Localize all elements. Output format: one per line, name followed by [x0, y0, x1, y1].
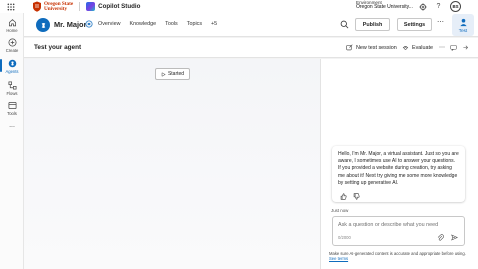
panel-more-icon[interactable]: ⋯ — [439, 44, 445, 51]
top-bar: Oregon State University Copilot Studio E… — [0, 0, 478, 13]
nav-item-home[interactable]: Home — [0, 18, 24, 33]
settings-button[interactable]: Settings — [397, 18, 432, 31]
nav-label-create: Create — [5, 48, 19, 53]
thumbs-up-icon[interactable] — [340, 193, 347, 200]
disclaimer-text: Make sure AI-generated content is accura… — [329, 251, 466, 256]
see-terms-link[interactable]: See terms — [329, 256, 348, 261]
flows-icon — [8, 81, 16, 90]
test-chat-panel: Hello, I'm Mr. Major, a virtual assistan… — [320, 59, 478, 269]
evaluate-label: Evaluate — [412, 44, 433, 51]
test-toggle-button[interactable]: Test — [452, 14, 474, 36]
agent-avatar — [36, 18, 50, 32]
environment-name: Oregon State University... — [356, 4, 413, 10]
started-label: Started — [167, 71, 185, 77]
nav-item-more[interactable]: ... — [0, 122, 24, 129]
environment-picker[interactable]: Environment Oregon State University... — [356, 0, 413, 10]
nav-label-tools: Tools — [7, 111, 17, 116]
chat-input-placeholder[interactable]: Ask a question or describe what you need — [338, 222, 438, 228]
attach-icon[interactable] — [437, 234, 444, 241]
app-launcher-icon[interactable] — [0, 0, 22, 13]
tab-knowledge[interactable]: Knowledge — [129, 21, 156, 27]
plus-circle-icon — [8, 38, 16, 47]
nav-label-agents: Agents — [5, 69, 19, 74]
osu-logo-icon — [33, 1, 41, 12]
more-options-button[interactable]: ⋯ — [436, 19, 445, 29]
char-counter: 0/2000 — [338, 235, 351, 240]
agents-icon — [8, 59, 16, 68]
home-icon — [8, 19, 16, 27]
left-nav-rail: Home Create Agents Flows Tools ... — [0, 13, 24, 269]
new-test-session-button[interactable]: New test session — [346, 44, 397, 51]
chat-input-box[interactable]: Ask a question or describe what you need… — [332, 216, 465, 246]
thumbs-down-icon[interactable] — [353, 193, 360, 200]
copilot-studio-logo-icon — [86, 2, 96, 11]
play-icon — [161, 71, 166, 77]
chat-log-icon[interactable] — [450, 44, 457, 51]
started-node[interactable]: Started — [155, 68, 190, 80]
nav-label-flows: Flows — [6, 91, 18, 96]
user-avatar[interactable]: BS — [450, 1, 461, 12]
agent-tabs: Overview Knowledge Tools Topics +5 — [98, 21, 217, 27]
tab-overview[interactable]: Overview — [98, 21, 120, 27]
settings-gear-icon[interactable] — [418, 2, 427, 11]
publish-button[interactable]: Publish — [355, 18, 390, 31]
tools-icon — [8, 101, 16, 110]
search-icon[interactable] — [340, 20, 349, 29]
evaluate-button[interactable]: Evaluate — [402, 44, 433, 51]
more-icon: ... — [9, 122, 15, 129]
new-test-session-label: New test session — [356, 44, 397, 51]
test-panel-header: Test your agent New test session Evaluat… — [24, 38, 478, 58]
tab-more-overflow[interactable]: +5 — [211, 21, 217, 27]
agent-status-icon — [85, 20, 93, 28]
evaluate-icon — [402, 46, 409, 50]
nav-label-home: Home — [6, 28, 18, 33]
tab-topics[interactable]: Topics — [187, 21, 202, 27]
nav-item-tools[interactable]: Tools — [0, 101, 24, 116]
send-icon[interactable] — [451, 234, 458, 241]
nav-item-agents[interactable]: Agents — [0, 59, 24, 74]
ai-disclaimer: Make sure AI-generated content is accura… — [329, 251, 474, 262]
tab-tools[interactable]: Tools — [165, 21, 178, 27]
topic-canvas[interactable]: Started — [24, 59, 320, 269]
test-button-label: Test — [458, 27, 468, 33]
test-person-icon — [459, 18, 467, 26]
org-brand: Oregon State University Copilot Studio — [32, 1, 140, 12]
help-icon[interactable]: ? — [434, 2, 443, 11]
message-timestamp: Just now — [331, 208, 349, 213]
agent-name: Mr. Major — [54, 20, 87, 29]
brand-divider — [79, 2, 81, 11]
test-panel-title: Test your agent — [34, 44, 82, 51]
agent-header: Mr. Major Overview Knowledge Tools Topic… — [24, 13, 478, 37]
compose-icon — [346, 44, 353, 51]
nav-item-create[interactable]: Create — [0, 38, 24, 53]
expand-panel-icon[interactable] — [462, 44, 469, 51]
org-name: Oregon State University — [44, 0, 74, 12]
nav-item-flows[interactable]: Flows — [0, 81, 24, 96]
app-title: Copilot Studio — [98, 3, 141, 10]
